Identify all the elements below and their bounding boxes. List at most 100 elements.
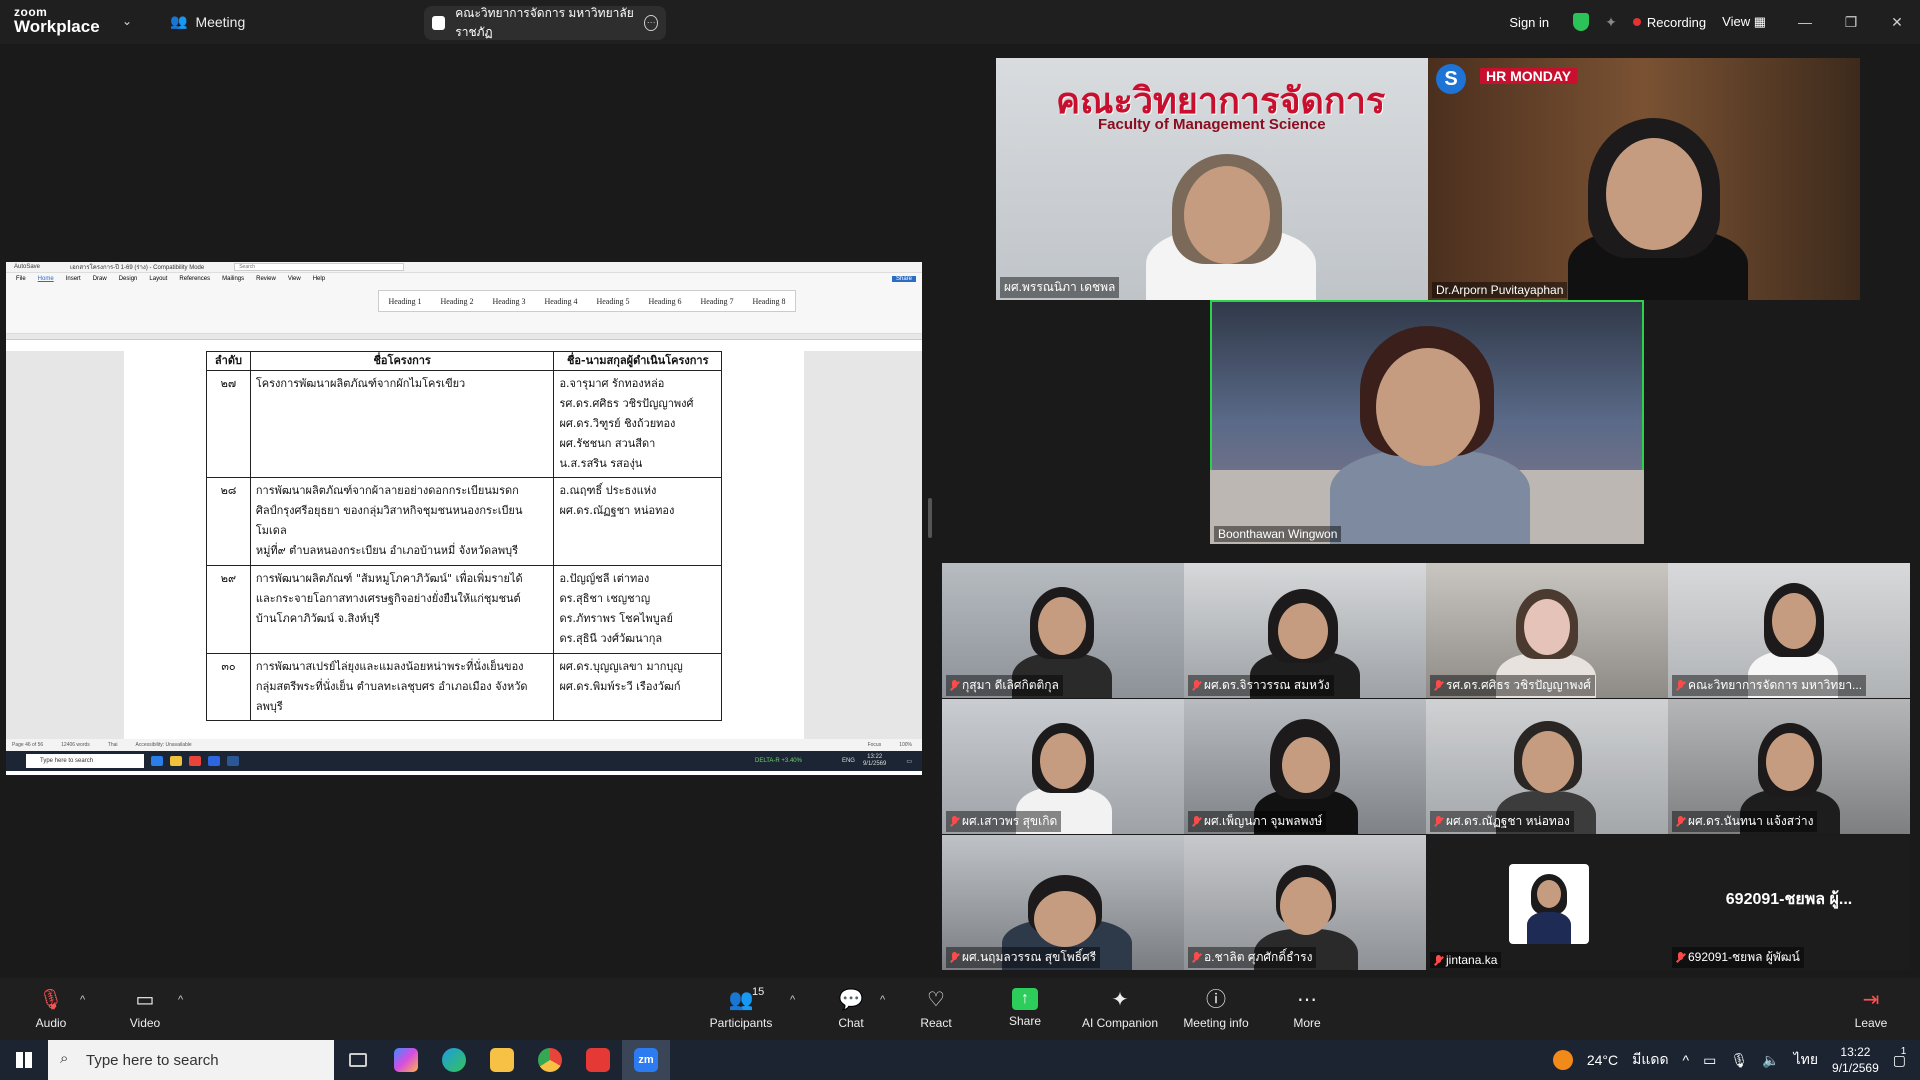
close-icon[interactable]: ✕	[1874, 14, 1920, 31]
person-line: ผศ.ดร.ณัฏฐชา หน่อทอง	[559, 504, 675, 517]
video-tile[interactable]: 692091-ชยพล ผู้... 692091-ชยพล ผู้พัฒน์	[1668, 835, 1910, 970]
participant-name: ผศ.นฤมลวรรณ สุขโพธิ์ศรี	[962, 950, 1097, 964]
mic-muted-icon	[950, 680, 959, 691]
video-tile[interactable]: อ.ชาลิต ศุภศักดิ์ธำรง	[1184, 835, 1426, 970]
network-icon[interactable]: ▭	[1703, 1052, 1716, 1069]
ai-companion-button[interactable]: ✦ AI Companion	[1080, 988, 1160, 1030]
input-language[interactable]: ไทย	[1794, 1049, 1818, 1071]
copilot-icon[interactable]	[382, 1040, 430, 1080]
mic-icon[interactable]: 🎙	[1730, 1052, 1748, 1069]
mic-muted-icon	[950, 952, 959, 963]
video-button[interactable]: ▭ Video	[110, 988, 180, 1030]
participant-name-tag: ผศ.ดร.นันทนา แจ้งสว่าง	[1672, 811, 1818, 832]
video-tile[interactable]: คณะวิทยาการจัดการ มหาวิทยา...	[1668, 563, 1910, 698]
participants-caret-icon[interactable]: ^	[790, 994, 795, 1006]
participant-name: ผศ.เพ็ญนภา จุมพลพงษ์	[1204, 814, 1323, 828]
audio-caret-icon[interactable]: ^	[80, 994, 85, 1006]
style-heading-6: Heading 6	[648, 297, 682, 306]
menu-home: Home	[37, 275, 54, 282]
more-label: More	[1293, 1016, 1321, 1030]
chat-caret-icon[interactable]: ^	[880, 994, 885, 1006]
row-people: อ.ณฤฑธิ์ ประธงแห่ง ผศ.ดร.ณัฏฐชา หน่อทอง	[553, 477, 722, 566]
audio-button[interactable]: 🎙 Audio	[16, 988, 86, 1030]
participant-face	[1282, 737, 1330, 793]
taskbar-search[interactable]: ⌕ Type here to search	[48, 1040, 334, 1080]
participants-count: 15	[752, 986, 765, 998]
notification-count: 1	[1900, 1045, 1907, 1057]
table-header-row: ลำดับ ชื่อโครงการ ชื่อ-นามสกุลผู้ดำเนินโ…	[206, 351, 722, 371]
participant-name: 692091-ชยพล ผู้พัฒน์	[1688, 950, 1800, 964]
react-button[interactable]: ♡ React	[901, 988, 971, 1030]
video-tile[interactable]: jintana.ka	[1426, 835, 1668, 970]
video-caret-icon[interactable]: ^	[178, 994, 183, 1006]
recording-indicator[interactable]: Recording	[1632, 15, 1706, 30]
person-line: ดร.สุธิชา เชญชาญ	[559, 592, 651, 605]
word-status-bar: Page 46 of 56 12406 words Thai Accessibi…	[6, 739, 922, 751]
heart-icon: ♡	[927, 989, 945, 1011]
edge-icon[interactable]	[430, 1040, 478, 1080]
task-view-icon[interactable]	[334, 1040, 382, 1080]
stock-ticker: DELTA-R +3.40%	[754, 758, 802, 764]
style-heading-7: Heading 7	[700, 297, 734, 306]
volume-icon[interactable]: 🔈	[1762, 1052, 1779, 1069]
menu-mailings: Mailings	[222, 275, 245, 282]
video-tile[interactable]: ผศ.เสาวพร สุขเกิด	[942, 699, 1184, 834]
wps-icon[interactable]	[574, 1040, 622, 1080]
menu-insert: Insert	[65, 275, 81, 282]
sparkle-icon[interactable]: ✦	[1605, 14, 1617, 31]
person-line: อ.ณฤฑธิ์ ประธงแห่ง	[559, 484, 657, 497]
status-page: Page 46 of 56	[12, 742, 44, 748]
video-tile[interactable]: กุสุมา ดีเลิศกิตติกุล	[942, 563, 1184, 698]
participant-name-tag: รศ.ดร.ศศิธร วชิรปัญญาพงศ์	[1430, 675, 1595, 696]
meeting-info-button[interactable]: ⓘ Meeting info	[1176, 988, 1256, 1030]
more-icon[interactable]: ···	[644, 15, 658, 31]
share-button[interactable]: ↑ Share	[990, 988, 1060, 1028]
chrome-icon[interactable]	[526, 1040, 574, 1080]
project-line: บ้านโภคาภิวัฒน์ จ.สิงห์บุรี	[255, 612, 380, 625]
leave-button[interactable]: ⇥ Leave	[1836, 988, 1906, 1030]
project-line: การพัฒนาผลิตภัณฑ์ "ส้มหมูโภคาภิวัฒน์" เพ…	[255, 572, 523, 585]
windows-start-icon[interactable]	[0, 1040, 48, 1080]
row-no: ๒๗	[206, 370, 251, 478]
chat-icon: 💬	[838, 989, 864, 1011]
more-button[interactable]: ⋯ More	[1272, 988, 1342, 1030]
mic-muted-icon	[1192, 952, 1201, 963]
video-tile[interactable]: รศ.ดร.ศศิธร วชิรปัญญาพงศ์	[1426, 563, 1668, 698]
video-tile[interactable]: ผศ.นฤมลวรรณ สุขโพธิ์ศรี	[942, 835, 1184, 970]
meeting-button[interactable]: 👥 Meeting	[170, 13, 245, 30]
header-people: ชื่อ-นามสกุลผู้ดำเนินโครงการ	[553, 351, 722, 371]
split-handle[interactable]	[928, 498, 932, 538]
video-tile[interactable]: ผศ.ดร.ณัฏฐชา หน่อทอง	[1426, 699, 1668, 834]
video-tile[interactable]: S HR MONDAY Dr.Arporn Puvitayaphan	[1428, 58, 1860, 300]
video-tile[interactable]: ผศ.ดร.จิราวรรณ สมหวัง	[1184, 563, 1426, 698]
person-line: ผศ.รัชชนก สวนสีดา	[559, 437, 656, 450]
brand-text: HR MONDAY	[1480, 68, 1578, 84]
participants-button[interactable]: 👥 15 Participants	[706, 986, 776, 1030]
video-tile-active-speaker[interactable]: Boonthawan Wingwon	[1210, 300, 1644, 544]
file-explorer-icon[interactable]	[478, 1040, 526, 1080]
restore-icon[interactable]: ❐	[1828, 14, 1874, 31]
minimize-icon[interactable]: —	[1782, 14, 1828, 31]
row-project: โครงการพัฒนาผลิตภัณฑ์จากผักไมโครเขียว	[249, 370, 555, 478]
meeting-tab[interactable]: คณะวิทยาการจัดการ มหาวิทยาลัยราชภัฏ ···	[424, 6, 666, 40]
clock[interactable]: 13:22 9/1/2569	[1832, 1044, 1879, 1076]
weather-sun-icon[interactable]	[1552, 1050, 1573, 1070]
autosave-label: AutoSave	[14, 264, 41, 270]
view-button[interactable]: View ▦	[1722, 14, 1766, 30]
sign-in-button[interactable]: Sign in	[1509, 15, 1549, 30]
zoom-taskbar-icon[interactable]: zm	[622, 1040, 670, 1080]
video-tile[interactable]: ผศ.ดร.นันทนา แจ้งสว่าง	[1668, 699, 1910, 834]
chat-button[interactable]: 💬 Chat	[816, 988, 886, 1030]
video-tile[interactable]: คณะวิทยาการจัดการ Faculty of Management …	[996, 58, 1428, 300]
shield-icon[interactable]	[1573, 13, 1590, 31]
person-line: น.ส.รสริน รสองุ่น	[559, 457, 643, 470]
chevron-down-icon[interactable]: ⌄	[122, 14, 132, 28]
notification-center-icon[interactable]: ▢ 1	[1893, 1046, 1907, 1069]
avatar	[1509, 864, 1589, 944]
tray-chevron-icon[interactable]: ^	[1683, 1052, 1690, 1068]
video-tile[interactable]: ผศ.เพ็ญนภา จุมพลพงษ์	[1184, 699, 1426, 834]
participant-face	[1524, 599, 1570, 655]
people-icon: 👥	[170, 13, 188, 29]
participant-name-tag: ผศ.เพ็ญนภา จุมพลพงษ์	[1188, 811, 1327, 832]
share-label: Share	[1008, 1014, 1042, 1028]
